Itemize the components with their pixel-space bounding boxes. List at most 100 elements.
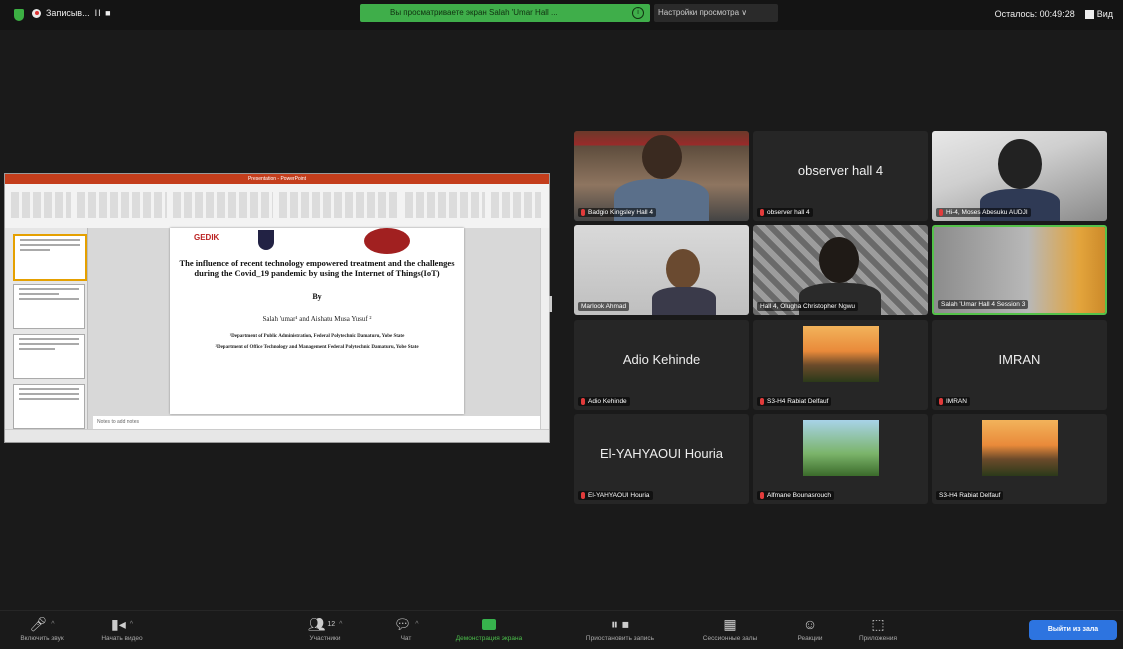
participant-tile[interactable]: observer hall 4 observer hall 4 [753,131,928,221]
time-left: Осталось: 00:49:28 [994,9,1075,20]
shield-icon[interactable] [14,9,24,21]
powerpoint-ribbon [5,184,549,229]
slide-thumbnail[interactable] [13,334,85,379]
view-button[interactable]: Вид [1084,9,1113,20]
participant-display-name: El-YAHYAOUI Houria [599,446,724,461]
muted-mic-icon [581,209,585,216]
share-screen-button[interactable]: Демонстрация экрана [449,615,529,642]
vertical-scrollbar[interactable] [540,228,549,430]
smiley-icon: ☺ [802,616,818,632]
participant-name: Marlook Ahmad [578,302,630,311]
participant-name: Hi-4, Moses Abesuku AUDJI [936,208,1031,217]
chat-label: Чат [400,635,412,642]
participant-name: Adio Kehinde [578,397,630,406]
participant-tile[interactable]: S3-H4 Rabiat Delfauf [932,414,1107,504]
profile-photo [981,420,1058,476]
unmute-button[interactable]: 🎤︎ ^ Включить звук [2,615,82,643]
video-off-icon: ▮◂ [110,615,126,632]
participant-tile[interactable]: El-YAHYAOUI Houria El-YAHYAOUI Houria [574,414,749,504]
slide-thumbnails [5,228,88,430]
participant-display-name: IMRAN [998,352,1041,367]
chat-button[interactable]: 💬︎ ^ Чат [366,615,446,643]
participant-tile[interactable]: Hi-4, Moses Abesuku AUDJI [932,131,1107,221]
slide-affiliation-1: ¹Department of Public Administration, Fe… [229,334,405,339]
participant-tile[interactable]: Adio Kehinde Adio Kehinde [574,320,749,410]
participant-tile[interactable]: IMRAN IMRAN [932,320,1107,410]
participant-tile-active-speaker[interactable]: Salah 'Umar Hall 4 Session 3 [932,225,1107,315]
participant-tile[interactable]: Alfmane Bounasrouch [753,414,928,504]
notes-pane[interactable]: Notes to add notes [93,416,543,430]
apps-button[interactable]: ⬚ Приложения [838,615,918,643]
participant-name: El-YAHYAOUI Houria [578,491,653,500]
current-slide: GEDIK The influence of recent technology… [170,228,464,414]
grid-view-icon [1084,10,1094,20]
profile-photo [802,420,879,476]
apps-label: Приложения [858,635,898,642]
share-screen-label: Демонстрация экрана [455,635,523,642]
slide-title: The influence of recent technology empow… [179,258,455,278]
start-video-button[interactable]: ▮◂ ^ Начать видео [82,615,162,643]
participant-name: Salah 'Umar Hall 4 Session 3 [938,300,1029,309]
share-banner: Вы просматриваете экран Salah 'Umar Hall… [360,4,650,22]
university-logo [298,232,338,248]
gedik-logo: GEDIK [194,233,220,242]
participant-name: S3-H4 Rabiat Delfauf [936,491,1004,500]
participant-tile[interactable]: Marlook Ahmad [574,225,749,315]
slide-thumbnail[interactable] [13,234,87,281]
participant-tile[interactable]: Badgio Kingsley Hall 4 [574,131,749,221]
participants-label: Участники [309,635,341,642]
slide-logos: GEDIK [170,228,464,258]
slide-thumbnail[interactable] [13,384,85,429]
participant-tile[interactable]: S3-H4 Rabiat Delfauf [753,320,928,410]
chevron-up-icon[interactable]: ^ [339,621,342,628]
profile-photo [802,326,879,382]
view-options-button[interactable]: Настройки просмотра ∨ [654,4,778,22]
crest-logo [258,230,274,250]
participant-tile[interactable]: Hall 4, Olugha Christopher Ngwu [753,225,928,315]
share-banner-text: Вы просматриваете экран Salah 'Umar Hall… [390,8,558,17]
slide-thumbnail[interactable] [13,284,85,329]
participant-name: observer hall 4 [757,208,813,217]
slide-by: By [312,292,322,301]
participant-name: Badgio Kingsley Hall 4 [578,208,657,217]
participant-name: Hall 4, Olugha Christopher Ngwu [757,302,859,311]
chevron-up-icon[interactable]: ^ [51,621,54,628]
pause-recording-button[interactable]: ⏸ ⏹ Приостановить запись [580,615,660,643]
participant-name: IMRAN [936,397,970,406]
powerpoint-body: GEDIK The influence of recent technology… [5,228,549,430]
info-icon[interactable]: i [632,7,644,19]
pause-icon: ⏸ ⏹ [611,615,629,632]
muted-mic-icon [939,209,943,216]
split-divider[interactable] [549,296,552,312]
muted-mic-icon [581,398,585,405]
record-icon [32,8,41,18]
view-label: Вид [1096,9,1113,19]
share-screen-icon [482,618,496,630]
muted-mic-icon [760,398,764,405]
muted-mic-icon [581,492,585,499]
participant-name: S3-H4 Rabiat Delfauf [757,397,832,406]
chevron-up-icon[interactable]: ^ [415,621,418,628]
apps-icon: ⬚ [871,615,885,632]
unmute-label: Включить звук [20,635,64,642]
chat-icon: 💬︎ [393,615,412,632]
breakout-rooms-label: Сессионные залы [702,635,758,642]
chevron-up-icon[interactable]: ^ [130,621,133,628]
participants-icon: 👥︎ [307,615,326,632]
muted-mic-icon [939,398,943,405]
slide-affiliation-2: ²Department of Office Technology and Man… [215,345,419,350]
shared-screen: Presentation - PowerPoint GEDIK The infl… [4,173,550,443]
powerpoint-title-bar: Presentation - PowerPoint [5,174,549,184]
powerpoint-status-bar [5,429,549,442]
recording-controls[interactable]: II ■ [95,8,112,18]
seal-logo [364,228,410,254]
participants-count: 12 [327,620,336,628]
breakout-rooms-button[interactable]: ▦ Сессионные залы [690,615,770,643]
muted-mic-icon [760,209,764,216]
mic-muted-icon: 🎤︎ [29,615,48,632]
recording-indicator[interactable]: Записыв... II ■ [32,8,112,18]
leave-meeting-button[interactable]: Выйти из зала [1029,620,1117,640]
participants-button[interactable]: 👥︎ 12 ^ Участники [285,615,365,643]
participant-name: Alfmane Bounasrouch [757,491,834,500]
participant-display-name: Adio Kehinde [622,352,701,367]
